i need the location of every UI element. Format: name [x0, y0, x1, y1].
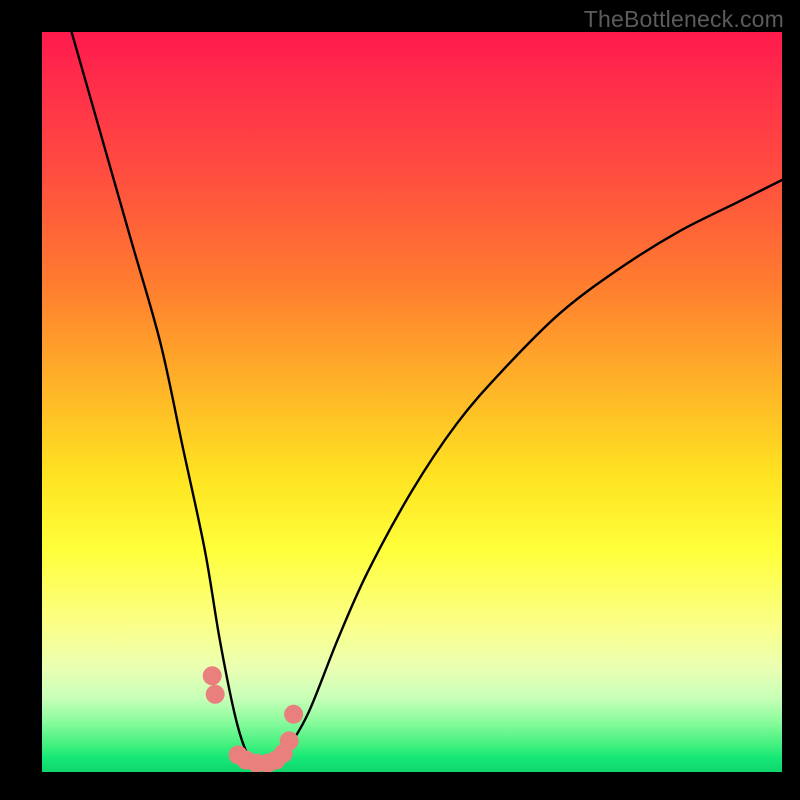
chart-frame: TheBottleneck.com [0, 0, 800, 800]
highlight-dot [284, 705, 303, 724]
highlight-dots-group [203, 666, 303, 772]
highlight-dot [206, 685, 225, 704]
bottleneck-curve-line [72, 32, 782, 766]
watermark-text: TheBottleneck.com [584, 6, 784, 33]
bottleneck-curve-svg [42, 32, 782, 772]
highlight-dot [280, 731, 299, 750]
plot-area [42, 32, 782, 772]
highlight-dot [203, 666, 222, 685]
